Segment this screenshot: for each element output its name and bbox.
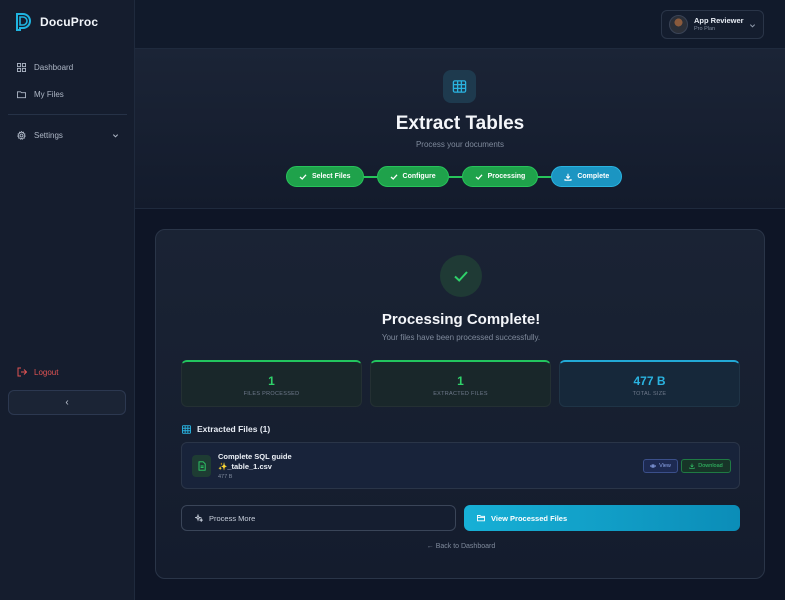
user-menu[interactable]: App Reviewer Pro Plan xyxy=(661,10,764,39)
stat-value: 477 B xyxy=(633,374,666,388)
divider xyxy=(8,114,127,115)
stat-value: 1 xyxy=(268,374,275,388)
sidebar-item-label: My Files xyxy=(34,89,64,99)
stat-total-size: 477 B TOTAL SIZE xyxy=(559,360,740,407)
sidebar-item-label: Dashboard xyxy=(34,62,74,72)
grid-icon xyxy=(17,62,26,72)
button-label: Process More xyxy=(209,513,256,523)
step-complete[interactable]: Complete xyxy=(551,166,623,187)
sidebar-nav: Dashboard My Files xyxy=(8,56,127,110)
download-icon xyxy=(689,463,695,469)
user-plan: Pro Plan xyxy=(694,25,716,32)
user-info: App Reviewer Pro Plan xyxy=(694,16,744,32)
chevron-down-icon xyxy=(112,133,119,138)
sidebar-item-dashboard[interactable]: Dashboard xyxy=(8,56,127,78)
step-select-files[interactable]: Select Files xyxy=(286,166,364,187)
stat-extracted-files: 1 EXTRACTED FILES xyxy=(370,360,551,407)
table-icon xyxy=(443,70,476,103)
user-name: App Reviewer xyxy=(694,16,744,26)
process-more-button[interactable]: Process More xyxy=(181,505,456,531)
brand[interactable]: DocuProc xyxy=(14,12,98,32)
page-subtitle: Process your documents xyxy=(415,140,505,149)
step-processing[interactable]: Processing xyxy=(461,166,539,187)
step-label: Complete xyxy=(577,173,610,180)
chevron-down-icon xyxy=(749,24,756,28)
sparkles-icon xyxy=(195,514,203,522)
back-to-dashboard-link[interactable]: ← Back to Dashboard xyxy=(156,543,766,550)
logout-button[interactable]: Logout xyxy=(17,367,58,377)
logout-icon xyxy=(17,367,27,377)
file-row: Complete SQL guide ✨_table_1.csv 477 B V… xyxy=(181,442,740,489)
stat-files-processed: 1 FILES PROCESSED xyxy=(181,360,362,407)
button-label: Download xyxy=(698,463,723,469)
logout-label: Logout xyxy=(34,367,59,377)
file-name: Complete SQL guide ✨_table_1.csv xyxy=(218,452,292,471)
sidebar-item-my-files[interactable]: My Files xyxy=(8,83,127,105)
topbar: App Reviewer Pro Plan xyxy=(135,0,785,49)
avatar xyxy=(669,15,688,34)
extracted-files-heading: Extracted Files (1) xyxy=(182,424,270,434)
success-check-icon xyxy=(440,255,482,297)
heading-text: Extracted Files (1) xyxy=(197,424,271,434)
step-connector xyxy=(448,175,462,178)
page-title: Extract Tables xyxy=(395,113,525,134)
chevron-left-icon: ‹ xyxy=(65,397,69,408)
button-label: View Processed Files xyxy=(491,513,568,523)
view-processed-files-button[interactable]: View Processed Files xyxy=(464,505,740,531)
result-subtitle: Your files have been processed successfu… xyxy=(381,333,541,342)
download-icon xyxy=(564,173,572,181)
sidebar-item-label: Settings xyxy=(34,130,63,140)
sidebar: DocuProc Dashboard My Files Settings Log… xyxy=(0,0,135,600)
file-size: 477 B xyxy=(218,474,233,480)
step-configure[interactable]: Configure xyxy=(376,166,449,187)
table-icon xyxy=(182,424,191,434)
result-title: Processing Complete! xyxy=(381,311,541,328)
check-icon xyxy=(390,173,398,180)
step-connector xyxy=(538,175,552,178)
progress-stepper: Select Files Configure Processing Comple… xyxy=(286,166,623,187)
result-card: Processing Complete! Your files have bee… xyxy=(155,229,765,579)
page-header: Extract Tables Process your documents Se… xyxy=(135,49,785,209)
csv-file-icon xyxy=(192,455,211,477)
step-label: Configure xyxy=(402,173,436,180)
folder-icon xyxy=(17,90,26,98)
folder-open-icon xyxy=(477,515,485,522)
collapse-sidebar-button[interactable]: ‹ xyxy=(8,390,126,415)
stat-label: TOTAL SIZE xyxy=(632,391,667,397)
view-file-button[interactable]: View xyxy=(643,459,678,473)
docuproc-logo-icon xyxy=(16,13,31,31)
stat-label: EXTRACTED FILES xyxy=(433,391,488,397)
gear-icon xyxy=(17,130,26,140)
check-icon xyxy=(299,173,307,180)
brand-name: DocuProc xyxy=(40,15,99,29)
step-label: Select Files xyxy=(312,173,351,180)
eye-icon xyxy=(650,464,657,468)
button-label: View xyxy=(659,463,671,469)
sidebar-item-settings[interactable]: Settings xyxy=(8,124,127,146)
download-file-button[interactable]: Download xyxy=(681,459,731,473)
step-connector xyxy=(363,175,377,178)
check-icon xyxy=(475,173,483,180)
stat-value: 1 xyxy=(457,374,464,388)
stat-label: FILES PROCESSED xyxy=(243,391,300,397)
step-label: Processing xyxy=(487,173,526,180)
